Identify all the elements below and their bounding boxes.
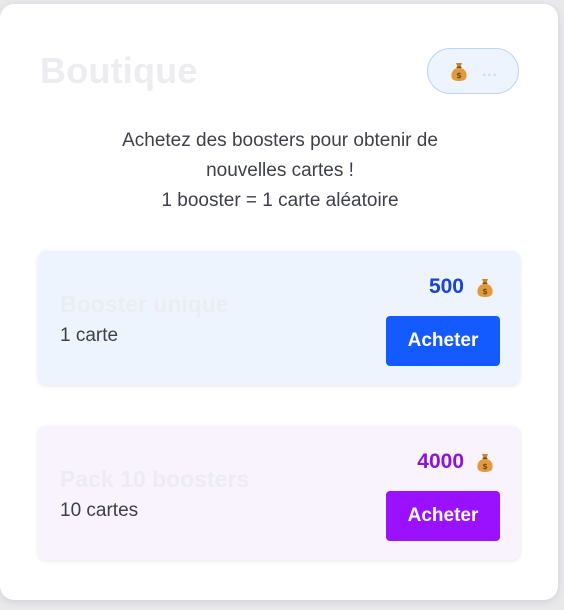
money-bag-icon: $ (448, 60, 470, 82)
offer-card-count: 1 carte (60, 325, 119, 346)
svg-text:$: $ (482, 287, 488, 296)
money-bag-icon: $ (474, 276, 496, 298)
offer-name: Pack 10 boosters (60, 466, 250, 492)
buy-button[interactable]: Acheter (386, 316, 500, 366)
svg-text:$: $ (482, 462, 488, 471)
offer-price: 4000 $ (417, 450, 496, 474)
money-bag-icon: $ (474, 451, 496, 473)
offer-price: 500 $ (429, 275, 496, 299)
offer-price-value: 4000 (417, 450, 464, 473)
page-title: Boutique (40, 50, 198, 91)
balance-pill: $ ... (427, 48, 519, 94)
offer-card-single-booster: Booster unique 1 carte 500 $ Acheter (38, 251, 520, 385)
offer-name: Booster unique (60, 291, 229, 317)
offer-card-count: 10 cartes (60, 500, 139, 521)
intro-line-2: 1 booster = 1 carte aléatoire (161, 190, 399, 211)
offer-card-pack-10: Pack 10 boosters 10 cartes 4000 $ Achete… (38, 426, 520, 560)
svg-text:$: $ (456, 71, 462, 80)
intro-line-1: Achetez des boosters pour obtenir de nou… (122, 130, 438, 181)
shop-intro: Achetez des boosters pour obtenir de nou… (40, 126, 520, 216)
balance-value: ... (482, 62, 498, 80)
buy-button[interactable]: Acheter (386, 491, 500, 541)
offer-price-value: 500 (428, 275, 464, 298)
